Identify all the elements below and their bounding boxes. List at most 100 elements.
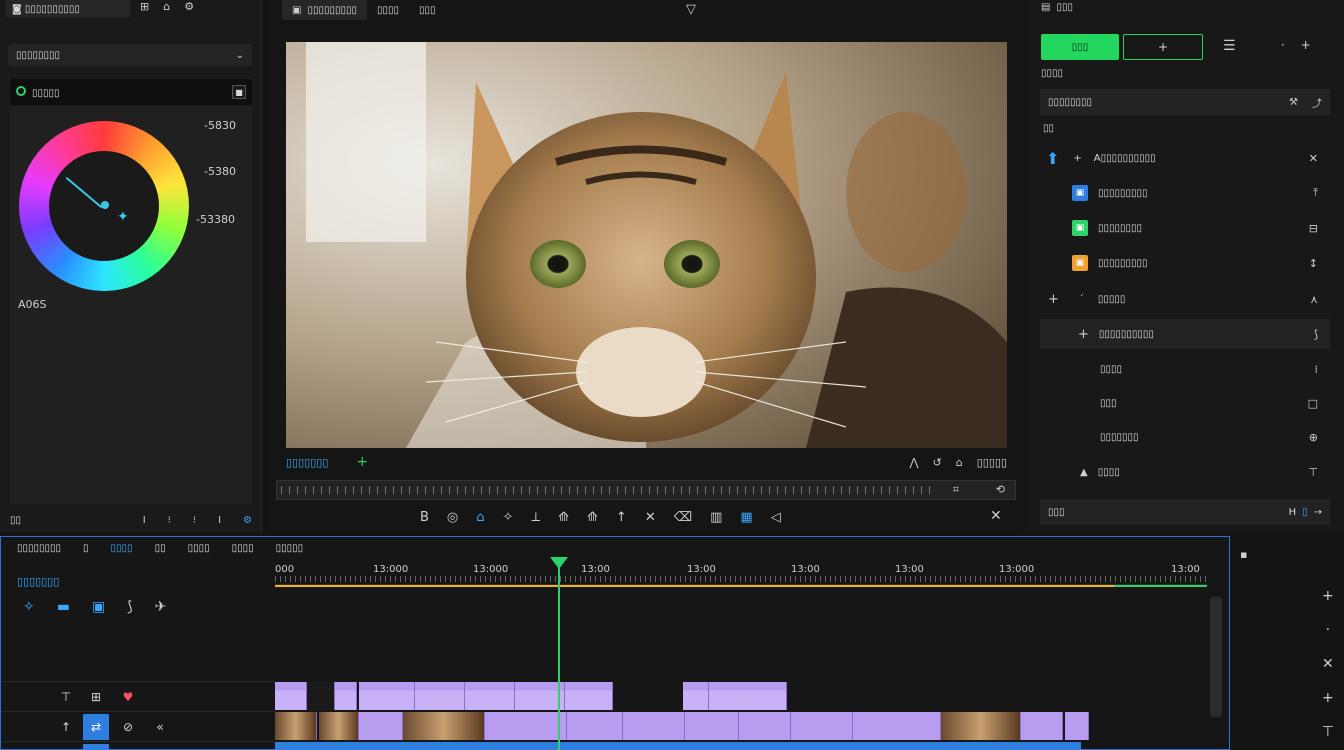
dots-icon[interactable]: ⁝ bbox=[168, 515, 171, 526]
timeline-tab-active[interactable]: ▯▯▯▯ bbox=[111, 543, 133, 554]
viewer-scrubber[interactable]: ⌗ ⟲ bbox=[276, 480, 1016, 500]
plus-icon[interactable]: + bbox=[356, 454, 368, 470]
video-clip[interactable] bbox=[319, 712, 359, 740]
menu-icon[interactable]: ☰ bbox=[1223, 38, 1236, 54]
transform-tool-icon[interactable]: ⟰ bbox=[558, 510, 569, 525]
audio-lane[interactable] bbox=[275, 682, 1207, 710]
preset-dropdown[interactable]: ▯▯▯▯▯▯▯▯ ⌄ bbox=[8, 44, 252, 66]
prev-tool-icon[interactable]: ◁ bbox=[771, 510, 781, 525]
effect-item-action-icon[interactable]: ⁞ bbox=[1315, 363, 1319, 376]
expand-icon[interactable]: ✕ bbox=[1322, 656, 1334, 672]
plus-icon[interactable]: + bbox=[1322, 690, 1334, 706]
video-clip[interactable] bbox=[1065, 712, 1089, 740]
effect-item[interactable]: ▣ ▯▯▯▯▯▯▯▯▯ ↕ bbox=[1040, 248, 1330, 278]
cut-tool-icon[interactable]: ✕ bbox=[645, 510, 656, 525]
effect-item[interactable]: ▣ ▯▯▯▯▯▯▯▯ ⊟ bbox=[1040, 213, 1330, 243]
audio-clip[interactable] bbox=[565, 682, 613, 710]
video-clip[interactable] bbox=[941, 712, 1021, 740]
dots-icon[interactable]: ⁝ bbox=[193, 515, 196, 526]
video-clip[interactable] bbox=[485, 712, 567, 740]
sparkle-tool-icon[interactable]: ✧ bbox=[503, 510, 514, 525]
more-icon[interactable]: · + bbox=[1281, 38, 1317, 52]
pin-icon[interactable]: ✈ bbox=[155, 599, 167, 615]
erase-tool-icon[interactable]: ⌫ bbox=[674, 510, 692, 525]
eye-icon[interactable]: ⊘ bbox=[115, 714, 141, 740]
video-lane[interactable] bbox=[275, 712, 1207, 740]
dot-icon[interactable]: · bbox=[1322, 622, 1334, 638]
video-clip[interactable] bbox=[359, 712, 403, 740]
effect-item-action-icon[interactable]: ⊤ bbox=[1308, 466, 1318, 479]
square-toggle-icon[interactable]: ■ bbox=[232, 85, 246, 99]
bar-icon[interactable]: I bbox=[218, 515, 221, 526]
sync-icon[interactable]: ⇄ bbox=[83, 714, 109, 740]
apply-button[interactable]: ▯▯▯ bbox=[1041, 34, 1119, 60]
lock-icon[interactable]: « bbox=[147, 714, 173, 740]
close-icon[interactable]: ✕ bbox=[990, 508, 1002, 524]
effect-item[interactable]: ▯▯▯▯▯▯▯ ⊕ bbox=[1040, 422, 1330, 452]
video-clip[interactable] bbox=[739, 712, 791, 740]
effect-item-action-icon[interactable]: □ bbox=[1308, 397, 1318, 410]
clip-icon[interactable]: ▣ bbox=[92, 599, 105, 615]
video-clip[interactable] bbox=[853, 712, 941, 740]
bar-icon[interactable]: I bbox=[143, 515, 146, 526]
effect-item-selected[interactable]: + ▯▯▯▯▯▯▯▯▯▯ ⟆ bbox=[1040, 319, 1330, 349]
audio-clip[interactable] bbox=[275, 682, 307, 710]
effect-item-action-icon[interactable]: ⟆ bbox=[1314, 328, 1318, 341]
add-button[interactable]: + bbox=[1123, 34, 1203, 60]
video-clip[interactable] bbox=[623, 712, 685, 740]
warp-tool-icon[interactable]: ⟰ bbox=[587, 510, 598, 525]
effect-item[interactable]: + ˊ ▯▯▯▯▯ ⋏ bbox=[1040, 284, 1330, 314]
timeline-ruler[interactable]: 000 13:000 13:000 13:00 13:00 13:00 13:0… bbox=[275, 561, 1207, 585]
effect-item-action-icon[interactable]: ⊕ bbox=[1309, 431, 1318, 444]
arrow-up-icon[interactable]: ↑ bbox=[53, 714, 79, 740]
color-wheel-handle[interactable] bbox=[101, 201, 109, 209]
timeline-tab[interactable]: ▯▯▯▯▯ bbox=[276, 543, 304, 554]
effect-item-action-icon[interactable]: ✕ bbox=[1309, 152, 1318, 165]
gear-icon[interactable]: ⚙ bbox=[184, 0, 194, 13]
heart-icon[interactable]: ♥ bbox=[115, 684, 141, 710]
audio-clip[interactable] bbox=[415, 682, 465, 710]
effect-item-action-icon[interactable]: ⤒ bbox=[1313, 186, 1318, 200]
dropdown-arrow-icon[interactable]: ▽ bbox=[686, 2, 696, 17]
video-clip[interactable] bbox=[567, 712, 623, 740]
solo-icon[interactable]: ⊞ bbox=[83, 684, 109, 710]
timeline-tab[interactable]: ▯▯ bbox=[155, 543, 166, 554]
audio-clip[interactable] bbox=[359, 682, 415, 710]
magic-icon[interactable]: ✧ bbox=[23, 599, 35, 615]
viewer-tab-2[interactable]: ▯▯▯▯ bbox=[367, 0, 409, 20]
effect-item[interactable]: ▣ ▯▯▯▯▯▯▯▯▯ ⤒ bbox=[1040, 178, 1330, 208]
film-icon[interactable]: ▬ bbox=[57, 599, 70, 615]
wrench-icon[interactable]: ⚒ bbox=[1289, 95, 1298, 110]
effect-item-action-icon[interactable]: ⊟ bbox=[1309, 222, 1318, 235]
handle-icon[interactable]: ▪ bbox=[1240, 548, 1247, 561]
viewer-tab-3[interactable]: ▯▯▯ bbox=[409, 0, 446, 20]
grid-icon[interactable]: ⊞ bbox=[140, 0, 149, 13]
track-selector-icon[interactable] bbox=[83, 744, 109, 750]
color-mode-row[interactable]: ▯▯▯▯▯ ■ bbox=[10, 79, 252, 105]
timeline-tab[interactable]: ▯▯▯▯ bbox=[188, 543, 210, 554]
grid-tool-icon[interactable]: ▦ bbox=[740, 510, 752, 525]
video-clip[interactable] bbox=[791, 712, 853, 740]
audio-clip[interactable] bbox=[709, 682, 787, 710]
effect-item-action-icon[interactable]: ↕ bbox=[1309, 257, 1318, 270]
link-icon[interactable]: ⤴ bbox=[1312, 95, 1322, 110]
video-clip[interactable] bbox=[403, 712, 485, 740]
effect-item[interactable]: ▯▯▯ □ bbox=[1040, 388, 1330, 418]
undo-icon[interactable]: ↺ bbox=[933, 456, 942, 469]
viewer-tab-main[interactable]: ▣ ▯▯▯▯▯▯▯▯▯ bbox=[282, 0, 367, 20]
mask-tool-icon[interactable]: ◎ bbox=[447, 510, 458, 525]
plus-icon[interactable]: + bbox=[1322, 588, 1334, 604]
color-tab[interactable]: ◙ ▯▯▯▯▯▯▯▯▯▯ bbox=[6, 0, 130, 18]
timeline-tab[interactable]: ▯ bbox=[83, 543, 89, 554]
audio-clip[interactable] bbox=[683, 682, 709, 710]
bold-tool-icon[interactable]: B bbox=[420, 510, 429, 525]
loop-icon[interactable]: ⟲ bbox=[996, 483, 1005, 496]
audio-clip[interactable] bbox=[465, 682, 515, 710]
video-clip[interactable] bbox=[275, 712, 317, 740]
video-clip[interactable] bbox=[1021, 712, 1063, 740]
snap-icon[interactable]: ⟆ bbox=[127, 599, 132, 615]
home-icon[interactable]: ⌂ bbox=[163, 0, 170, 13]
effect-item[interactable]: ▯▯▯▯ ⁞ bbox=[1040, 354, 1330, 384]
wand-icon[interactable]: ⋀ bbox=[909, 456, 918, 469]
timeline-tab[interactable]: ▯▯▯▯▯▯▯▯ bbox=[17, 543, 61, 554]
